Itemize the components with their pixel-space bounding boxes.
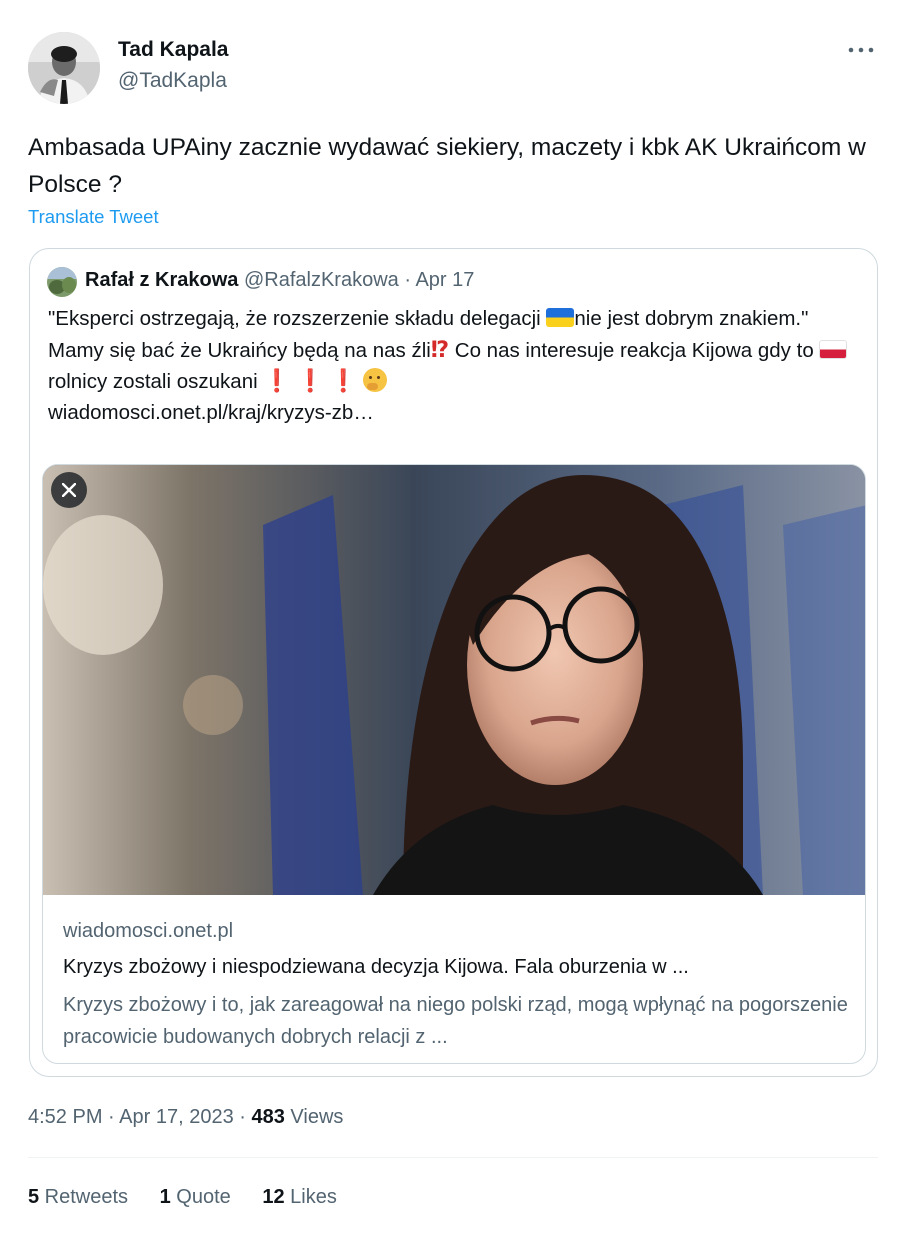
exclamation-icon: ❗ bbox=[329, 368, 357, 393]
translate-tweet-link[interactable]: Translate Tweet bbox=[28, 206, 159, 228]
meta-separator: · bbox=[233, 1106, 252, 1128]
quoted-text-part: "Eksperci ostrzegają, że rozszerzenie sk… bbox=[48, 307, 547, 330]
more-horizontal-icon bbox=[848, 47, 874, 53]
exclamation-icon: ❗ bbox=[296, 368, 324, 393]
quotes-label: Quote bbox=[170, 1186, 231, 1208]
views-label: Views bbox=[284, 1106, 344, 1128]
quoted-separator: · bbox=[398, 269, 416, 291]
tweet-timestamp: 4:52 PM · Apr 17, 2023 · 483 Views bbox=[28, 1106, 343, 1129]
link-description: Kryzys zbożowy i to, jak zareagował na n… bbox=[63, 994, 848, 1048]
author-name[interactable]: Tad Kapala bbox=[118, 38, 228, 62]
likes-label: Likes bbox=[284, 1186, 337, 1208]
quoted-tweet[interactable]: Rafał z Krakowa @RafalzKrakowa · Apr 17 … bbox=[29, 248, 878, 1077]
quoted-date[interactable]: Apr 17 bbox=[415, 269, 474, 291]
link-title: Kryzys zbożowy i niespodziewana decyzja … bbox=[63, 956, 689, 978]
link-domain: wiadomosci.onet.pl bbox=[63, 920, 234, 942]
author-avatar[interactable] bbox=[28, 32, 100, 104]
close-image-button[interactable] bbox=[51, 472, 87, 508]
quoted-header: Rafał z Krakowa @RafalzKrakowa · Apr 17 bbox=[85, 269, 474, 292]
close-icon bbox=[62, 483, 76, 497]
meta-separator: · bbox=[102, 1106, 120, 1128]
link-preview-image[interactable] bbox=[43, 465, 865, 895]
flag-poland-icon bbox=[819, 339, 848, 359]
divider bbox=[28, 1157, 878, 1158]
tweet-stats: 5 Retweets 1 Quote 12 Likes bbox=[28, 1186, 363, 1209]
interrobang-icon: ⁉ bbox=[430, 336, 450, 362]
quoted-author-avatar[interactable] bbox=[47, 267, 77, 297]
quotes-stat[interactable]: 1 Quote bbox=[160, 1186, 231, 1209]
more-options-button[interactable] bbox=[844, 36, 878, 64]
likes-stat[interactable]: 12 Likes bbox=[262, 1186, 337, 1209]
tweet-text: Ambasada UPAiny zacznie wydawać siekiery… bbox=[28, 134, 866, 198]
quoted-text: "Eksperci ostrzegają, że rozszerzenie sk… bbox=[48, 304, 848, 428]
retweets-label: Retweets bbox=[39, 1186, 129, 1208]
link-preview-card[interactable]: wiadomosci.onet.pl Kryzys zbożowy i nies… bbox=[42, 464, 866, 1064]
quotes-count: 1 bbox=[159, 1186, 171, 1208]
quoted-text-part: rolnicy zostali oszukani bbox=[48, 370, 258, 393]
quoted-author-handle[interactable]: @RafalzKrakowa bbox=[244, 269, 399, 291]
exclamation-icon: ❗ bbox=[263, 368, 291, 393]
tweet-time[interactable]: 4:52 PM bbox=[28, 1106, 102, 1128]
views-count: 483 bbox=[251, 1106, 285, 1128]
quoted-link[interactable]: wiadomosci.onet.pl/kraj/kryzys-zb… bbox=[48, 401, 374, 424]
thinking-face-icon bbox=[362, 368, 387, 392]
author-handle[interactable]: @TadKapla bbox=[118, 69, 227, 93]
likes-count: 12 bbox=[262, 1186, 285, 1208]
flag-ukraine-icon bbox=[546, 308, 575, 327]
quoted-text-part: Co nas interesuje reakcja Kijowa gdy to bbox=[449, 338, 820, 362]
retweets-count: 5 bbox=[28, 1186, 40, 1208]
tweet-date[interactable]: Apr 17, 2023 bbox=[119, 1106, 234, 1128]
retweets-stat[interactable]: 5 Retweets bbox=[28, 1186, 128, 1209]
quoted-author-name[interactable]: Rafał z Krakowa bbox=[85, 269, 238, 291]
